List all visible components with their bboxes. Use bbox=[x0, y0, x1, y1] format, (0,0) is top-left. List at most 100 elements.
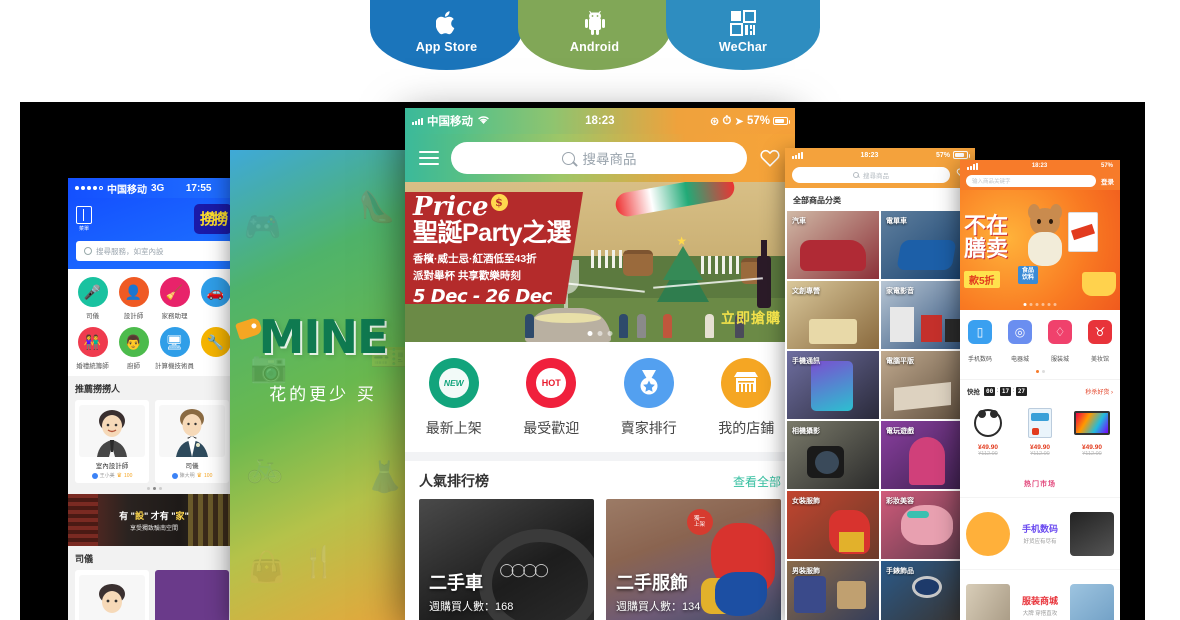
category-tile[interactable]: 男裝服飾 bbox=[787, 561, 879, 620]
wifi-icon bbox=[477, 115, 490, 128]
promo-d: 家 bbox=[175, 510, 185, 521]
person-card[interactable] bbox=[75, 570, 149, 620]
view-all-link[interactable]: 查看全部 bbox=[733, 473, 781, 490]
category-tile[interactable]: 相機攝影 bbox=[787, 421, 879, 489]
banner-carousel-pager[interactable] bbox=[1023, 303, 1057, 306]
broom-icon: 🧹 bbox=[159, 277, 190, 307]
battery-percent: 57% bbox=[935, 151, 950, 159]
hamburger-menu-icon[interactable] bbox=[419, 147, 439, 168]
clock-label: 18:23 bbox=[585, 115, 615, 127]
person-score: 100 bbox=[124, 472, 133, 479]
star-icon: ★ bbox=[676, 234, 687, 248]
quick-link-ranking[interactable]: 賣家排行 bbox=[600, 358, 698, 438]
promo-b: 設 bbox=[134, 510, 144, 521]
bag-icon: 👜 bbox=[248, 551, 286, 584]
countdown-minutes: 17 bbox=[999, 386, 1012, 396]
rank-card-used-clothing[interactable]: 獨一 上架 二手服飾 週購買人數：134 bbox=[606, 499, 781, 620]
banner-carousel-pager[interactable] bbox=[587, 331, 613, 336]
service-item[interactable]: 🎤 司儀 bbox=[72, 277, 113, 320]
service-item[interactable]: 🖥 計算機技術員 bbox=[154, 327, 195, 370]
category-tile[interactable]: 女裝服飾 bbox=[787, 491, 879, 559]
service-item[interactable]: 👫 婚禮統籌師 bbox=[72, 327, 113, 370]
app-logo: 撈撈 bbox=[194, 204, 232, 234]
product-old-price: ¥112.00 bbox=[978, 451, 998, 457]
service-item[interactable]: 👨 廚師 bbox=[113, 327, 154, 370]
category-appliances[interactable]: ◎ 电器城 bbox=[1000, 320, 1040, 366]
person-card[interactable]: 室內設計師 王小美 ♛ 100 bbox=[75, 400, 149, 483]
clock-label: 18:23 bbox=[1031, 163, 1048, 169]
category-tile[interactable]: 汽車 bbox=[787, 211, 879, 279]
cutlery-icon: 🍴 bbox=[300, 546, 338, 579]
menu-icon bbox=[76, 206, 92, 224]
person-card[interactable]: 司儀 陳大明 ♛ 100 bbox=[155, 400, 229, 483]
category-clothing[interactable]: ♢ 服装城 bbox=[1040, 320, 1080, 366]
status-bar: 18:23 57% bbox=[960, 160, 1120, 172]
person-figure bbox=[663, 314, 672, 338]
ranking-cards: ◯◯◯◯ 二手車 週購買人數：168 獨一 上架 二手服飾 週購買人數：134 bbox=[405, 499, 795, 620]
category-label: 服装城 bbox=[1050, 357, 1069, 363]
person-role: 司儀 bbox=[185, 463, 199, 470]
rank-card-used-car[interactable]: ◯◯◯◯ 二手車 週購買人數：168 bbox=[419, 499, 594, 620]
quick-link-myshop[interactable]: 我的店鋪 bbox=[698, 358, 796, 438]
product-card[interactable]: ¥49.90 ¥112.00 bbox=[1016, 402, 1064, 457]
search-input[interactable]: 搜尋商品 bbox=[792, 167, 950, 183]
new-badge-text: NEW bbox=[438, 368, 469, 398]
carousel-pager[interactable] bbox=[75, 487, 233, 490]
category-beauty[interactable]: ♉ 美妆馆 bbox=[1080, 320, 1120, 366]
product-card[interactable]: ¥49.90 ¥112.00 bbox=[964, 402, 1012, 457]
battery-percent: 57% bbox=[1100, 163, 1113, 169]
snack-icon bbox=[1082, 272, 1116, 296]
search-input[interactable]: 搜尋商品 bbox=[451, 142, 747, 174]
banner-cta-button[interactable]: 立即搶購 bbox=[721, 308, 781, 328]
service-item[interactable]: 👤 設計師 bbox=[113, 277, 154, 320]
phone-screenshot-mall: 18:23 57% 输入商品关键字 登录 不在 膳卖 款5折 食品 饮料 ▯ 手… bbox=[960, 160, 1120, 620]
product-card[interactable]: ¥49.90 ¥112.00 bbox=[1068, 402, 1116, 457]
promo-banner[interactable]: ★ Price $ 聖誕Party之選 香檳·威士忌·紅酒低至43折 派對舉杯 共… bbox=[405, 182, 795, 342]
person-name: 王小美 bbox=[99, 473, 115, 479]
category-grid: 汽車 電單車 文創專營 家電影音 手機通訊 電腦平版 相機攝影 電玩遊戲 女裝服… bbox=[785, 211, 975, 620]
menu-button[interactable]: 菜單 bbox=[76, 206, 92, 232]
mine-tagline: 花的更少 买 bbox=[269, 385, 377, 404]
category-pager[interactable] bbox=[960, 370, 1120, 379]
category-tile[interactable]: 手機通訊 bbox=[787, 351, 879, 419]
promo-banner[interactable]: 有 "設" 才有 "家" 享受獨致驗南空間 bbox=[68, 494, 240, 546]
clock-label: 17:55 bbox=[185, 182, 212, 194]
tools-icon: 🔧 bbox=[200, 327, 231, 357]
banner-copy: Price $ 聖誕Party之選 香檳·威士忌·紅酒低至43折 派對舉杯 共享歡… bbox=[413, 194, 603, 307]
quick-link-hot[interactable]: HOT 最受歡迎 bbox=[503, 358, 601, 438]
category-tile[interactable]: 文創專營 bbox=[787, 281, 879, 349]
medal-icon bbox=[623, 358, 674, 408]
barrel-icon bbox=[623, 250, 653, 276]
search-input[interactable]: 输入商品关键字 bbox=[966, 175, 1096, 187]
new-arrival-badge: 獨一 上架 bbox=[686, 509, 713, 535]
person-name: 陳大明 bbox=[179, 473, 195, 479]
product-image bbox=[1016, 402, 1064, 444]
service-label: 廚師 bbox=[127, 363, 140, 370]
location-icon: ➤ bbox=[734, 116, 744, 128]
search-input[interactable]: 搜尋服務，如室內設 bbox=[76, 241, 232, 261]
favorite-heart-icon[interactable] bbox=[759, 147, 781, 169]
person-card[interactable] bbox=[155, 570, 229, 620]
person-figure bbox=[619, 314, 628, 338]
banner-sub2: 派對舉杯 共享歡樂時刻 bbox=[413, 270, 521, 282]
market-row[interactable]: 服装商城 大牌 穿搭直攻 bbox=[960, 569, 1120, 620]
flash-more-link[interactable]: 秒杀好货 › bbox=[1085, 387, 1113, 396]
category-phone-digital[interactable]: ▯ 手机数码 bbox=[960, 320, 1000, 366]
recommended-section: 推薦撈撈人 室內設計師 王小美 ♛ 100 司儀 陳大明 ♛ 100 bbox=[68, 376, 240, 494]
search-placeholder: 搜尋服務，如室內設 bbox=[96, 246, 164, 256]
banner-line1: 不在 bbox=[964, 213, 1009, 238]
cutlery-icon: ♉ bbox=[1088, 320, 1112, 344]
login-button[interactable]: 登录 bbox=[1101, 176, 1114, 186]
product-old-price: ¥112.00 bbox=[1082, 451, 1102, 457]
bike-icon: 🚲 bbox=[246, 451, 284, 484]
service-item[interactable]: 🧹 家務助理 bbox=[154, 277, 195, 320]
countdown-seconds: 27 bbox=[1015, 386, 1028, 396]
market-row[interactable]: 手机数码 好货应有尽有 bbox=[960, 497, 1120, 569]
promo-banner[interactable]: 不在 膳卖 款5折 食品 饮料 bbox=[960, 190, 1120, 310]
tab-curve-mask bbox=[370, 51, 820, 81]
computer-icon: 🖥 bbox=[159, 327, 190, 357]
orange-image bbox=[966, 511, 1010, 556]
platform-tabs: App Store Android WeChar bbox=[370, 0, 820, 81]
hot-market-title: 热门市场 bbox=[1024, 481, 1056, 488]
quick-link-new[interactable]: NEW 最新上架 bbox=[405, 358, 503, 438]
